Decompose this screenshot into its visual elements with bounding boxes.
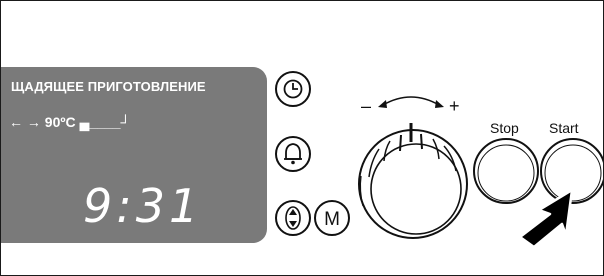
timer-button[interactable] [275,136,311,172]
control-panel: ЩАДЯЩЕЕ ПРИГОТОВЛЕНИЕ ← → 90ºC ▄____┘ 9:… [0,0,604,276]
knob-minus: – [361,96,371,116]
stop-label: Stop [490,120,519,136]
controls-graphic: M – + [275,71,603,249]
knob-rotation-indicator: – + [361,96,460,116]
start-label: Start [549,120,579,136]
rotary-knob[interactable] [358,123,468,239]
knob-plus: + [449,96,460,116]
pointer-arrow-icon [518,188,574,249]
mode-button-label: M [324,209,340,230]
stop-button[interactable] [473,138,539,204]
up-down-button[interactable] [275,200,311,236]
clock-button[interactable] [275,71,311,107]
mode-button[interactable]: M [314,200,350,236]
